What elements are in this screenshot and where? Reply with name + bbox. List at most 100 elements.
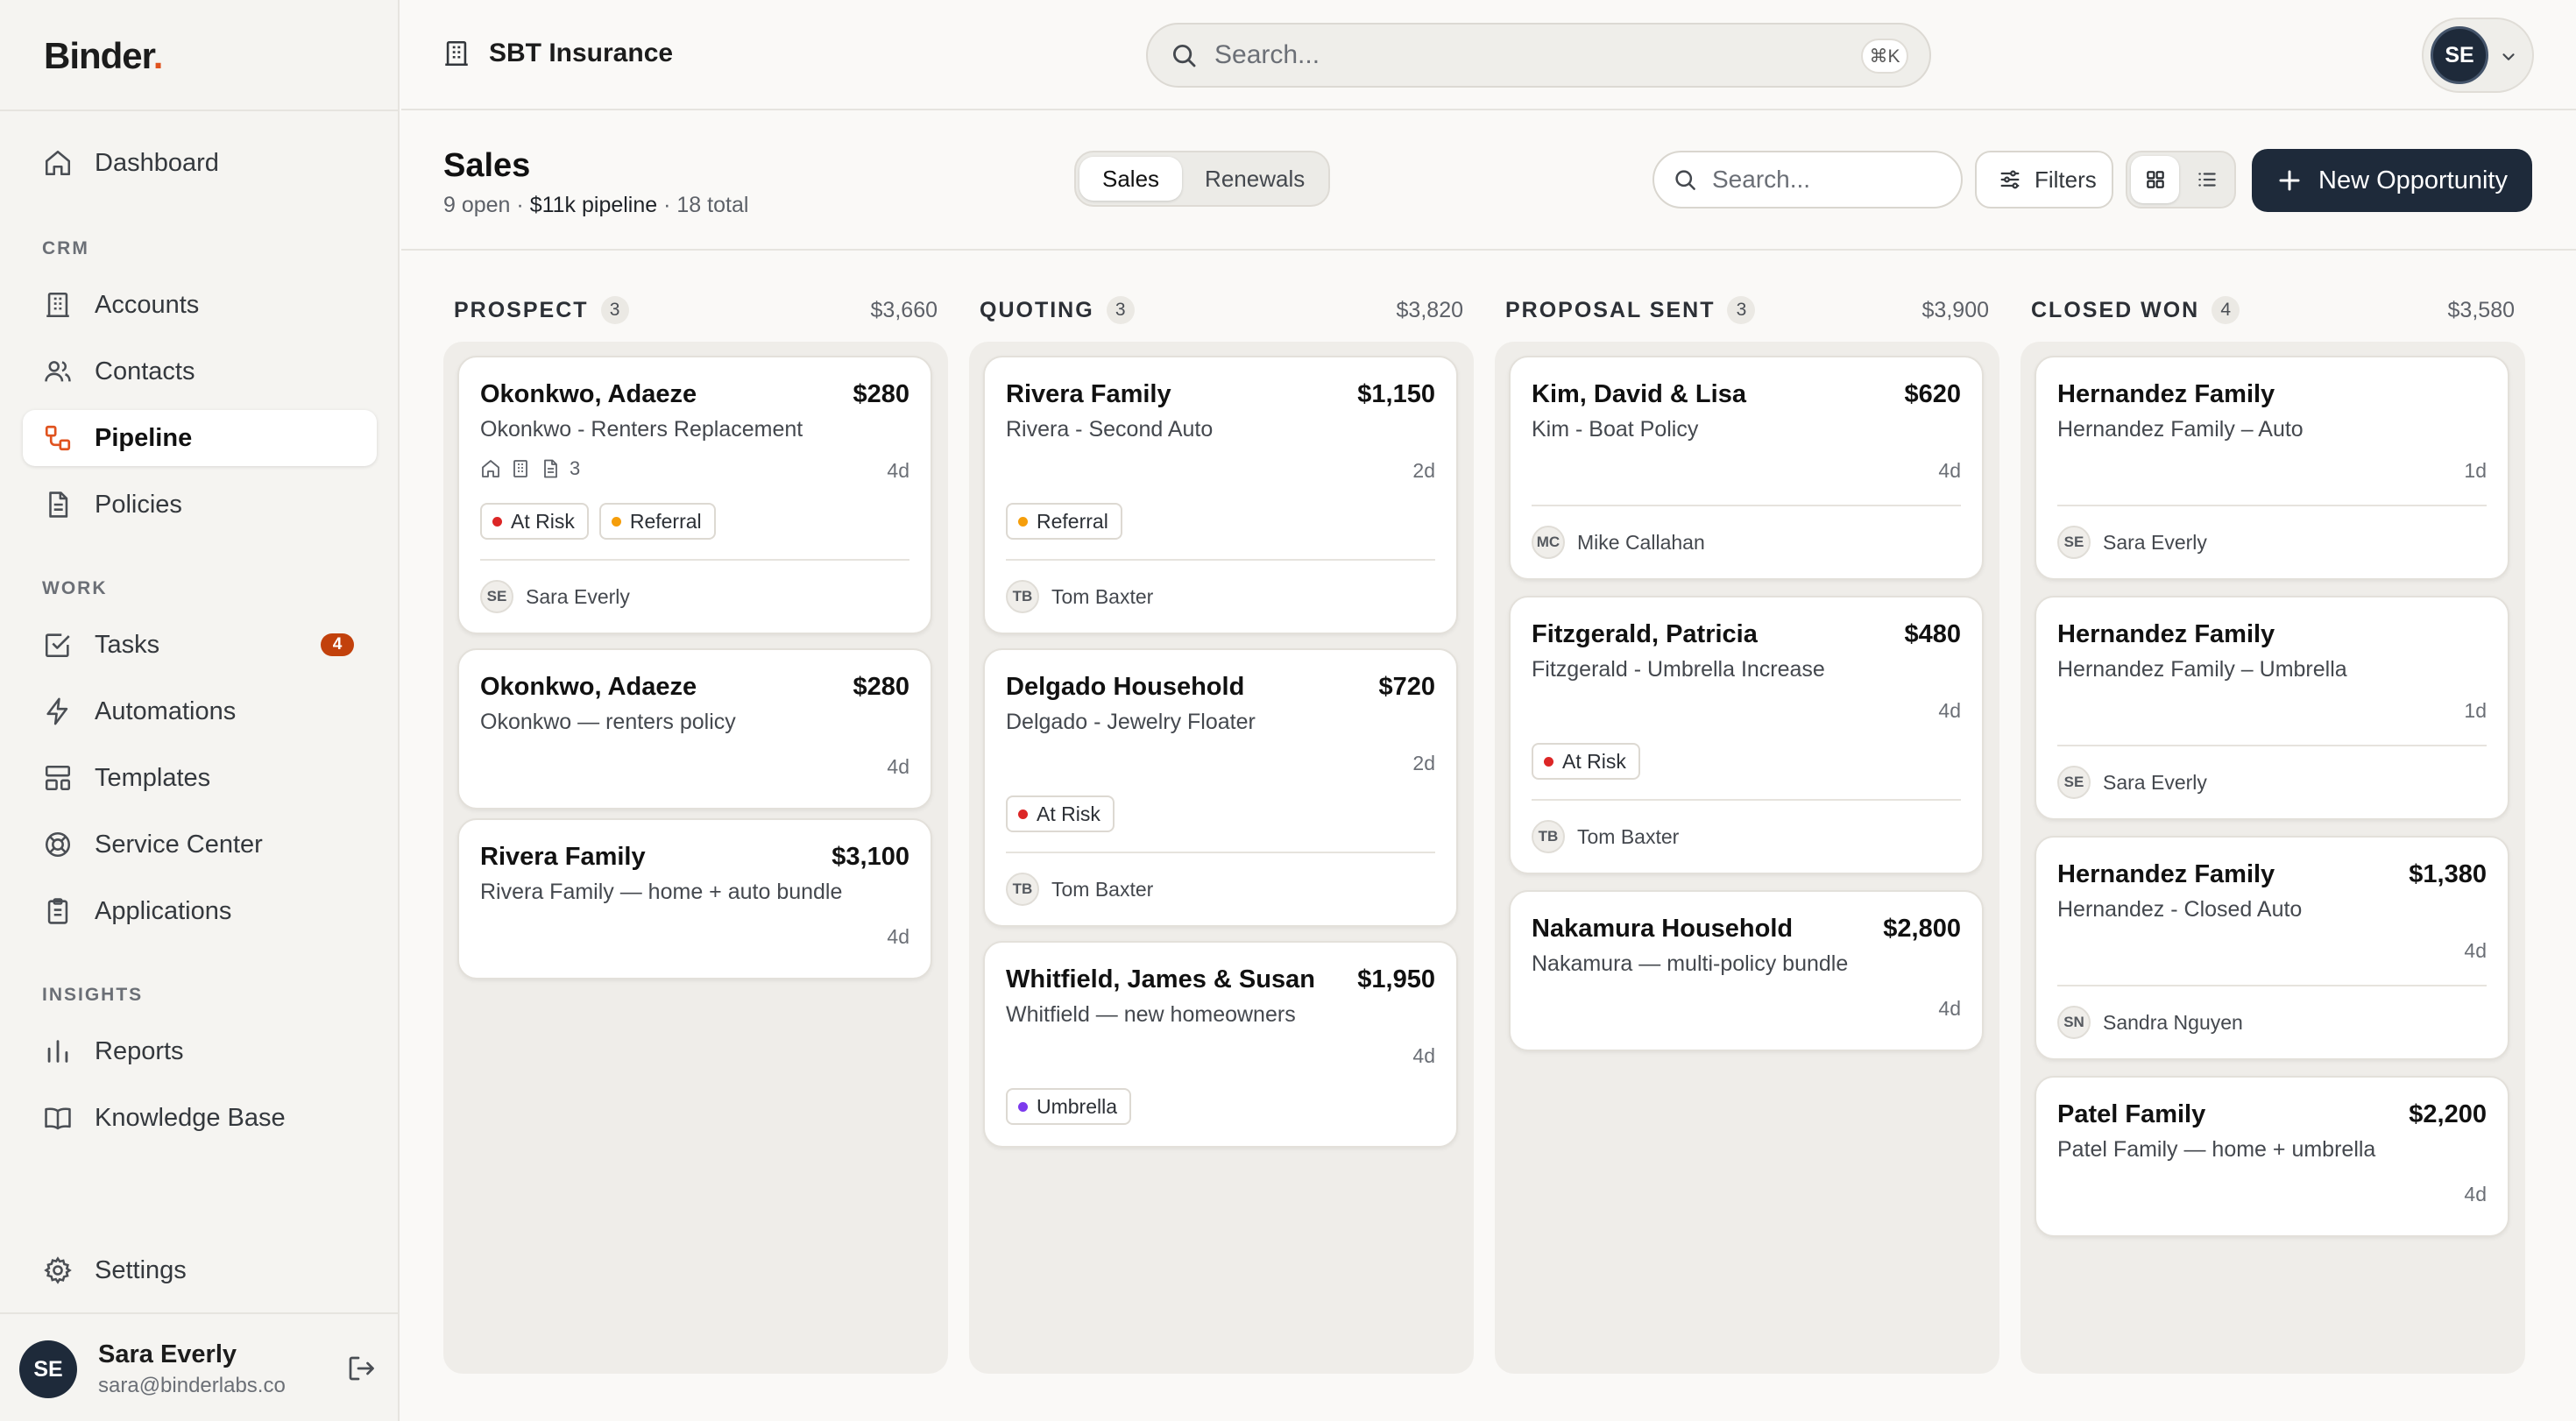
card-tags: Referral xyxy=(1006,503,1122,540)
card-age: 4d xyxy=(2464,1183,2487,1205)
sidebar-item-pipeline[interactable]: Pipeline xyxy=(23,410,377,466)
sidebar-item-contacts[interactable]: Contacts xyxy=(23,343,377,399)
card-tags: At Risk Referral xyxy=(480,503,716,540)
column-count: 3 xyxy=(1106,296,1135,324)
card-name: Fitzgerald, Patricia xyxy=(1532,620,1758,648)
logout-icon[interactable] xyxy=(345,1353,380,1388)
pipeline-search-input[interactable] xyxy=(1712,166,1957,194)
tab-sales[interactable]: Sales xyxy=(1079,157,1183,201)
card-indicators: 3 xyxy=(480,457,580,480)
avatar[interactable]: SE xyxy=(19,1340,77,1398)
sidebar-item-dashboard[interactable]: Dashboard xyxy=(23,135,377,191)
book-icon xyxy=(42,1102,74,1134)
card-owner: SN Sandra Nguyen xyxy=(2057,1006,2243,1039)
column-title: CLOSED WON xyxy=(2031,297,2200,322)
tab-renewals[interactable]: Renewals xyxy=(1182,157,1327,201)
opportunity-card[interactable]: Whitfield, James & Susan $1,950 Whitfiel… xyxy=(983,941,1458,1148)
sidebar-item-applications[interactable]: Applications xyxy=(23,883,377,939)
status-dot xyxy=(611,516,621,527)
opportunity-card[interactable]: Delgado Household $720 Delgado - Jewelry… xyxy=(983,648,1458,927)
sidebar-item-automations[interactable]: Automations xyxy=(23,683,377,739)
card-tags: Umbrella xyxy=(1006,1088,1132,1125)
filters-button[interactable]: Filters xyxy=(1975,151,2113,209)
opportunity-card[interactable]: Rivera Family $1,150 Rivera - Second Aut… xyxy=(983,356,1458,634)
card-name: Hernandez Family xyxy=(2057,380,2275,408)
opportunity-card[interactable]: Kim, David & Lisa $620 Kim - Boat Policy… xyxy=(1509,356,1984,580)
global-search-input[interactable] xyxy=(1214,40,1828,70)
card-divider xyxy=(1532,505,1961,506)
avatar: SE xyxy=(2431,26,2488,84)
topbar: SBT Insurance ⌘K SE xyxy=(401,0,2576,110)
section-label-crm: CRM xyxy=(42,238,89,258)
sidebar-item-reports[interactable]: Reports xyxy=(23,1023,377,1079)
sidebar-item-knowledge-base[interactable]: Knowledge Base xyxy=(23,1090,377,1146)
list-view-button[interactable] xyxy=(2183,156,2231,203)
status-dot xyxy=(1018,516,1028,527)
app-logo[interactable]: Binder. xyxy=(44,35,163,77)
new-opportunity-button[interactable]: New Opportunity xyxy=(2252,149,2532,212)
status-dot xyxy=(1544,756,1553,767)
org-switcher[interactable]: SBT Insurance xyxy=(442,39,673,68)
user-name: Sara Everly xyxy=(98,1340,237,1368)
card-name: Hernandez Family xyxy=(2057,620,2275,648)
sidebar-item-accounts[interactable]: Accounts xyxy=(23,277,377,333)
card-amount: $1,950 xyxy=(1357,965,1435,993)
tag-referral: Referral xyxy=(1006,503,1122,540)
opportunity-card[interactable]: Nakamura Household $2,800 Nakamura — mul… xyxy=(1509,890,1984,1051)
status-dot xyxy=(1018,809,1028,819)
sidebar-item-label: Pipeline xyxy=(95,423,193,452)
card-age: 4d xyxy=(1412,1044,1435,1067)
card-amount: $620 xyxy=(1904,380,1961,408)
global-search[interactable]: ⌘K xyxy=(1146,23,1931,88)
card-age: 2d xyxy=(1412,752,1435,774)
document-icon xyxy=(42,489,74,520)
opportunity-card[interactable]: Okonkwo, Adaeze $280 Okonkwo — renters p… xyxy=(457,648,932,809)
card-amount: $280 xyxy=(853,380,909,408)
sidebar-item-tasks[interactable]: Tasks 4 xyxy=(23,617,377,673)
card-age: 4d xyxy=(2464,939,2487,962)
card-subtitle: Rivera - Second Auto xyxy=(1006,417,1214,442)
home-icon xyxy=(42,147,74,179)
card-name: Hernandez Family xyxy=(2057,860,2275,888)
card-subtitle: Patel Family — home + umbrella xyxy=(2057,1137,2376,1162)
avatar: TB xyxy=(1006,580,1039,613)
card-name: Kim, David & Lisa xyxy=(1532,380,1746,408)
opportunity-card[interactable]: Hernandez Family Hernandez Family – Umbr… xyxy=(2035,596,2509,820)
card-age: 1d xyxy=(2464,699,2487,722)
sidebar-item-policies[interactable]: Policies xyxy=(23,477,377,533)
column-count: 3 xyxy=(1727,296,1756,324)
board-view-button[interactable] xyxy=(2131,156,2179,203)
opportunity-card[interactable]: Patel Family $2,200 Patel Family — home … xyxy=(2035,1076,2509,1237)
opportunity-card[interactable]: Hernandez Family Hernandez Family – Auto… xyxy=(2035,356,2509,580)
new-opportunity-label: New Opportunity xyxy=(2318,166,2508,194)
bar-chart-icon xyxy=(42,1036,74,1067)
column-count: 4 xyxy=(2212,296,2240,324)
sidebar-item-settings[interactable]: Settings xyxy=(23,1242,377,1298)
opportunity-card[interactable]: Rivera Family $3,100 Rivera Family — hom… xyxy=(457,818,932,979)
sidebar-item-label: Policies xyxy=(95,490,182,519)
user-menu-button[interactable]: SE xyxy=(2422,18,2534,93)
card-name: Nakamura Household xyxy=(1532,915,1794,943)
sidebar-item-label: Reports xyxy=(95,1036,184,1065)
filters-label: Filters xyxy=(2035,166,2097,193)
card-divider xyxy=(1006,559,1435,561)
org-name: SBT Insurance xyxy=(489,39,674,67)
card-age: 4d xyxy=(887,459,909,482)
avatar: SE xyxy=(2057,526,2091,559)
tag-at-risk: At Risk xyxy=(480,503,589,540)
card-subtitle: Okonkwo - Renters Replacement xyxy=(480,417,803,442)
sidebar-item-label: Settings xyxy=(95,1255,187,1284)
avatar: SE xyxy=(2057,766,2091,799)
card-name: Rivera Family xyxy=(480,843,646,871)
opportunity-card[interactable]: Okonkwo, Adaeze $280 Okonkwo - Renters R… xyxy=(457,356,932,634)
card-subtitle: Rivera Family — home + auto bundle xyxy=(480,880,843,904)
page-header: Sales 9 open · $11k pipeline · 18 total … xyxy=(401,112,2576,251)
card-age: 4d xyxy=(1938,699,1961,722)
sidebar-item-templates[interactable]: Templates xyxy=(23,750,377,806)
card-divider xyxy=(480,559,909,561)
card-amount: $2,800 xyxy=(1883,915,1961,943)
sidebar-item-service-center[interactable]: Service Center xyxy=(23,817,377,873)
opportunity-card[interactable]: Hernandez Family $1,380 Hernandez - Clos… xyxy=(2035,836,2509,1060)
opportunity-card[interactable]: Fitzgerald, Patricia $480 Fitzgerald - U… xyxy=(1509,596,1984,874)
pipeline-search[interactable] xyxy=(1652,151,1963,209)
